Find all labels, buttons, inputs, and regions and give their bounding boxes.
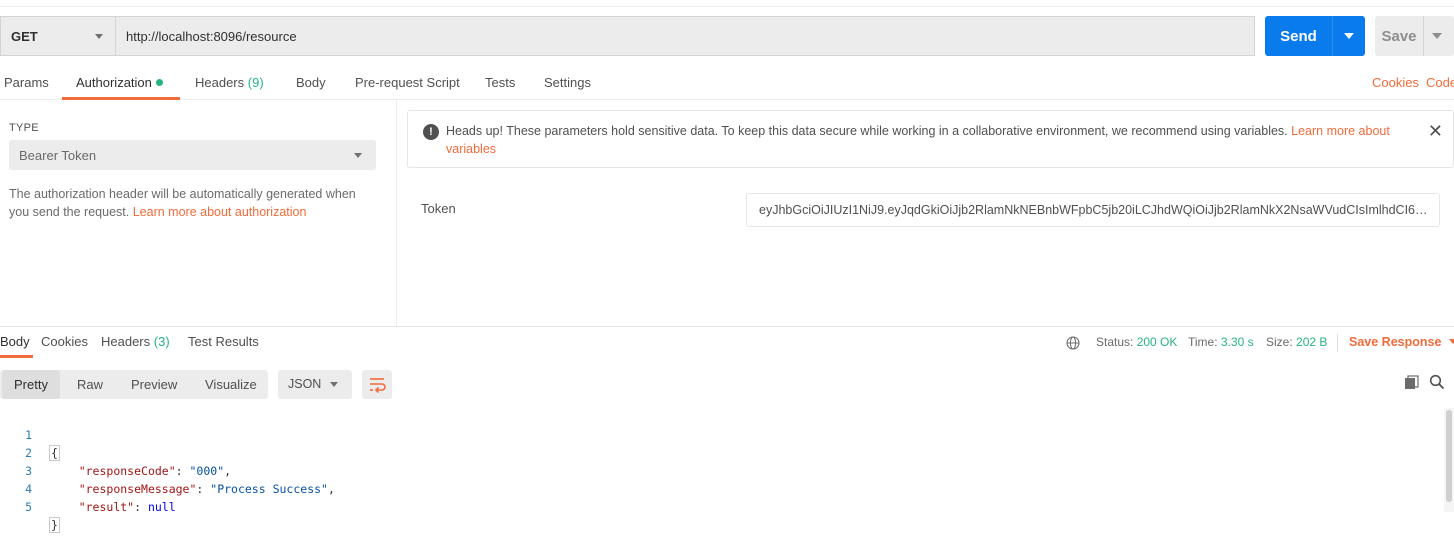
tab-authorization[interactable]: Authorization xyxy=(62,66,180,100)
auth-type-value: Bearer Token xyxy=(19,147,97,163)
copy-icon[interactable] xyxy=(1404,375,1420,391)
chevron-down-icon xyxy=(330,382,338,387)
save-divider xyxy=(1423,16,1424,56)
request-tabs: Params Authorization Headers (9) Body Pr… xyxy=(0,66,1454,100)
alert-text: Heads up! These parameters hold sensitiv… xyxy=(446,124,1390,156)
format-raw[interactable]: Raw xyxy=(71,370,109,399)
tab-body[interactable]: Body xyxy=(296,66,326,100)
editor-scrollbar[interactable] xyxy=(1444,408,1454,512)
cookies-link[interactable]: Cookies xyxy=(1372,66,1419,100)
response-divider xyxy=(0,326,1454,327)
chevron-down-icon xyxy=(1344,33,1354,39)
code-line: 5 } xyxy=(25,500,60,533)
tab-settings[interactable]: Settings xyxy=(544,66,591,100)
url-input[interactable]: http://localhost:8096/resource xyxy=(115,16,1255,56)
search-icon[interactable] xyxy=(1429,374,1445,390)
response-body-editor[interactable]: 1 { 2 "responseCode": "000", 3 "response… xyxy=(0,408,1444,533)
status-value[interactable]: 200 OK xyxy=(1137,335,1178,349)
send-button[interactable]: Send xyxy=(1265,16,1365,56)
url-value: http://localhost:8096/resource xyxy=(126,28,297,44)
code-line: 1 { xyxy=(25,428,60,461)
learn-more-authorization-link[interactable]: Learn more about authorization xyxy=(133,205,307,219)
wrap-lines-button[interactable] xyxy=(362,370,392,399)
token-label: Token xyxy=(421,201,456,216)
auth-type-select[interactable]: Bearer Token xyxy=(9,140,376,170)
language-value: JSON xyxy=(288,377,322,391)
send-label: Send xyxy=(1280,27,1317,45)
response-tabs: Body Cookies Headers (3) Test Results St… xyxy=(0,328,1454,358)
status-meta: Status: 200 OK xyxy=(1096,335,1178,349)
tab-prerequest-script[interactable]: Pre-request Script xyxy=(355,66,460,100)
tab-headers[interactable]: Headers (9) xyxy=(195,66,264,100)
format-visualize[interactable]: Visualize xyxy=(199,370,263,399)
top-divider xyxy=(0,6,1454,7)
warning-icon: ! xyxy=(423,124,439,140)
tab-params[interactable]: Params xyxy=(4,66,49,100)
format-preview[interactable]: Preview xyxy=(125,370,183,399)
save-button[interactable]: Save xyxy=(1375,16,1454,56)
chevron-down-icon xyxy=(354,153,362,158)
token-value: eyJhbGciOiJIUzI1NiJ9.eyJqdGkiOiJjb2RlamN… xyxy=(759,203,1431,217)
format-pretty[interactable]: Pretty xyxy=(2,370,60,399)
send-options-button[interactable] xyxy=(1333,33,1365,39)
size-value[interactable]: 202 B xyxy=(1296,335,1327,349)
size-meta: Size: 202 B xyxy=(1266,335,1328,349)
tab-tests[interactable]: Tests xyxy=(485,66,515,100)
response-tab-headers[interactable]: Headers (3) xyxy=(101,328,170,358)
auth-type-panel: TYPE Bearer Token The authorization head… xyxy=(0,100,397,326)
code-line: 4 "result": null xyxy=(25,482,176,514)
wrap-lines-icon xyxy=(370,378,386,394)
response-headers-count: (3) xyxy=(153,334,170,349)
format-tabs: Pretty Raw Preview Visualize xyxy=(0,370,268,399)
language-select[interactable]: JSON xyxy=(278,370,352,399)
active-dot-icon xyxy=(155,79,163,86)
save-response-button[interactable]: Save Response xyxy=(1349,328,1454,358)
sensitive-data-alert: ! Heads up! These parameters hold sensit… xyxy=(407,110,1454,168)
method-value: GET xyxy=(11,28,38,44)
meta-divider xyxy=(1337,334,1338,352)
token-input[interactable]: eyJhbGciOiJIUzI1NiJ9.eyJqdGkiOiJjb2RlamN… xyxy=(746,193,1440,227)
time-meta: Time: 3.30 s xyxy=(1188,335,1254,349)
response-tab-cookies[interactable]: Cookies xyxy=(41,328,88,358)
method-select[interactable]: GET xyxy=(0,16,115,56)
chevron-down-icon xyxy=(95,34,103,39)
response-tab-test-results[interactable]: Test Results xyxy=(188,328,259,358)
scrollbar-thumb[interactable] xyxy=(1446,410,1452,502)
headers-count: (9) xyxy=(247,75,264,90)
chevron-down-icon xyxy=(1449,339,1454,344)
time-value[interactable]: 3.30 s xyxy=(1221,335,1254,349)
type-label: TYPE xyxy=(9,122,39,134)
response-tab-body[interactable]: Body xyxy=(0,328,33,358)
save-label: Save xyxy=(1381,27,1417,45)
code-line: 2 "responseCode": "000", xyxy=(25,446,232,478)
globe-icon[interactable] xyxy=(1066,336,1080,350)
auth-description: The authorization header will be automat… xyxy=(9,187,356,219)
close-icon[interactable]: ✕ xyxy=(1428,121,1443,141)
code-line: 3 "responseMessage": "Process Success", xyxy=(25,464,335,496)
code-link[interactable]: Code xyxy=(1426,66,1454,100)
chevron-down-icon[interactable] xyxy=(1432,33,1442,39)
